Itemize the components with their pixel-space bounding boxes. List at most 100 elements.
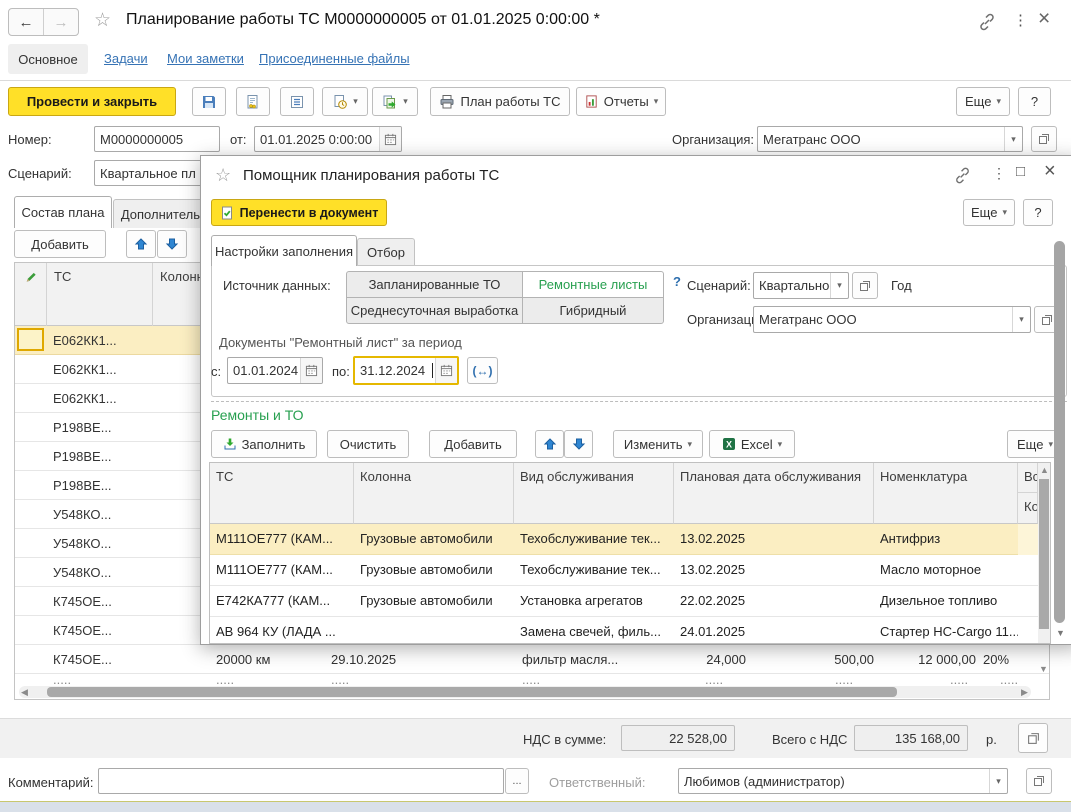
hscroll-thumb[interactable] [47, 687, 897, 697]
number-value: М0000000005 [100, 132, 219, 147]
org-open-button[interactable] [1031, 126, 1057, 152]
dialog-org-field[interactable]: Мегатранс ООО ▾ [753, 306, 1031, 333]
tab-plan-contents[interactable]: Состав плана [14, 196, 112, 228]
dropdown-caret-icon[interactable]: ▾ [830, 273, 848, 298]
grid-row-selected[interactable]: М111ОЕ777 (КАМ... Грузовые автомобили Те… [210, 524, 1038, 555]
grid-header-clipped-bottom[interactable]: Ко [1018, 493, 1038, 524]
dialog-maximize-icon[interactable]: □ [1016, 163, 1025, 180]
help-button-main[interactable]: ? [1018, 87, 1051, 116]
dialog-scenario-open-button[interactable] [852, 272, 878, 299]
post-and-close-button[interactable]: Провести и закрыть [8, 87, 176, 116]
grid-header-vid[interactable]: Вид обслуживания [514, 463, 674, 524]
tab-plan-contents-label: Состав плана [22, 205, 105, 220]
cell-kolonna: Грузовые автомобили [354, 586, 514, 608]
move-up-button-dialog[interactable] [535, 430, 564, 458]
fill-button[interactable]: Заполнить [211, 430, 317, 458]
grid-row[interactable]: АВ 964 КУ (ЛАДА ... Замена свечей, филь.… [210, 617, 1038, 644]
totals-open-button[interactable] [1018, 723, 1048, 753]
back-button[interactable]: ← [9, 9, 44, 35]
grid-header-kolonna[interactable]: Колонна [354, 463, 514, 524]
dialog-scrollbar-thumb[interactable] [1054, 241, 1065, 623]
move-up-button-main[interactable] [126, 230, 156, 258]
dropdown-caret-icon: ▾ [353, 97, 358, 106]
dialog-scenario-field[interactable]: Квартальное г ▾ [753, 272, 849, 299]
save-button[interactable] [192, 87, 226, 116]
add-row-button-dialog[interactable]: Добавить [429, 430, 517, 458]
source-option-planned-to[interactable]: Запланированные ТО [346, 271, 523, 298]
nav-link-files[interactable]: Присоединенные файлы [259, 51, 410, 66]
dialog-favorite-star-icon[interactable]: ☆ [215, 165, 231, 186]
grid-header-date[interactable]: Плановая дата обслуживания [674, 463, 874, 524]
cell-tc: АВ 964 КУ (ЛАДА ... [210, 617, 354, 639]
favorite-star-icon[interactable]: ☆ [94, 9, 111, 32]
calendar-icon[interactable] [435, 358, 457, 383]
source-option-avg-output[interactable]: Среднесуточная выработка [346, 297, 523, 324]
close-window-icon[interactable]: × [1038, 7, 1050, 31]
table-row[interactable]: К745ОЕ... 20000 км 29.10.2025 фильтр мас… [15, 645, 1049, 674]
tab-filter[interactable]: Отбор [357, 238, 415, 266]
menu-kebab-icon[interactable]: ⋮ [1013, 11, 1028, 29]
dialog-help-button[interactable]: ? [1023, 199, 1053, 226]
dialog-scenario-label: Сценарий: [687, 278, 751, 293]
grid-row[interactable]: Е742КА777 (КАМ... Грузовые автомобили Ус… [210, 586, 1038, 617]
vscroll-down-icon[interactable]: ▼ [1039, 665, 1048, 674]
transfer-to-document-button[interactable]: Перенести в документ [211, 199, 387, 226]
dialog-scroll-down-icon[interactable]: ▼ [1056, 629, 1065, 638]
choose-period-button[interactable]: (↔) [467, 357, 498, 384]
more-button-main[interactable]: Еще ▾ [956, 87, 1010, 116]
document-list-button[interactable] [280, 87, 314, 116]
grid-vscrollbar[interactable]: ▲ [1038, 463, 1050, 643]
cell-sum: 12 000,00 [896, 652, 976, 667]
hscroll-right-icon[interactable]: ▶ [1021, 688, 1028, 697]
source-option-hybrid[interactable]: Гибридный [522, 297, 664, 324]
dropdown-caret-icon[interactable]: ▾ [989, 769, 1007, 793]
source-help-link[interactable]: ? [673, 274, 681, 289]
dialog-close-icon[interactable]: × [1044, 160, 1056, 183]
number-field[interactable]: М0000000005 [94, 126, 220, 152]
calendar-icon[interactable] [300, 358, 322, 383]
grid-header-tc[interactable]: ТС [210, 463, 354, 524]
nav-tab-main[interactable]: Основное [8, 44, 88, 74]
clear-button[interactable]: Очистить [327, 430, 409, 458]
nav-link-notes[interactable]: Мои заметки [167, 51, 244, 66]
comment-field[interactable] [98, 768, 504, 794]
plan-print-button[interactable]: План работы ТС [430, 87, 570, 116]
move-down-button-dialog[interactable] [564, 430, 593, 458]
get-link-icon[interactable] [978, 13, 996, 31]
col-header-tc[interactable]: ТС [47, 263, 153, 326]
dropdown-caret-icon: ▾ [778, 440, 783, 449]
tab-fill-settings[interactable]: Настройки заполнения [211, 235, 357, 266]
reports-button[interactable]: Отчеты ▾ [576, 87, 666, 116]
org-field[interactable]: Мегатранс ООО ▾ [757, 126, 1023, 152]
calendar-icon[interactable] [379, 127, 401, 151]
create-based-on-button[interactable]: ▾ [372, 87, 418, 116]
dropdown-caret-icon[interactable]: ▾ [1004, 127, 1022, 151]
post-document-button[interactable] [236, 87, 270, 116]
hscrollbar[interactable]: ◀ ▶ [19, 686, 1031, 698]
responsible-open-button[interactable] [1026, 768, 1052, 794]
move-down-button-main[interactable] [157, 230, 187, 258]
forward-button[interactable]: → [44, 9, 78, 35]
dropdown-caret-icon[interactable]: ▾ [1012, 307, 1030, 332]
period-to-field-focused[interactable]: 31.12.2024 [353, 356, 459, 385]
grid-header-nom[interactable]: Номенклатура [874, 463, 1018, 524]
responsible-field[interactable]: Любимов (администратор) ▾ [678, 768, 1008, 794]
dialog-link-icon[interactable] [954, 167, 971, 184]
dialog-more-button[interactable]: Еще ▾ [963, 199, 1015, 226]
add-row-button-main[interactable]: Добавить [14, 230, 106, 258]
document-history-button[interactable]: ▾ [322, 87, 368, 116]
period-from-field[interactable]: 01.01.2024 [227, 357, 323, 384]
hscroll-left-icon[interactable]: ◀ [21, 688, 28, 697]
source-option-repair-sheets[interactable]: Ремонтные листы [522, 271, 664, 298]
excel-button[interactable]: X Excel ▾ [709, 430, 795, 458]
dialog-kebab-icon[interactable]: ⋮ [992, 165, 1006, 182]
grid-header-clipped-top[interactable]: Вс [1018, 463, 1038, 493]
vscroll-thumb[interactable] [1039, 479, 1049, 629]
cell-vid: Техобслуживание тек... [514, 555, 674, 577]
grid-row[interactable]: М111ОЕ777 (КАМ... Грузовые автомобили Те… [210, 555, 1038, 586]
comment-expand-button[interactable]: ... [505, 768, 529, 794]
nav-link-tasks[interactable]: Задачи [104, 51, 148, 66]
edit-button[interactable]: Изменить ▾ [613, 430, 703, 458]
document-date-field[interactable]: 01.01.2025 0:00:00 [254, 126, 402, 152]
vscroll-up-icon[interactable]: ▲ [1040, 466, 1049, 475]
